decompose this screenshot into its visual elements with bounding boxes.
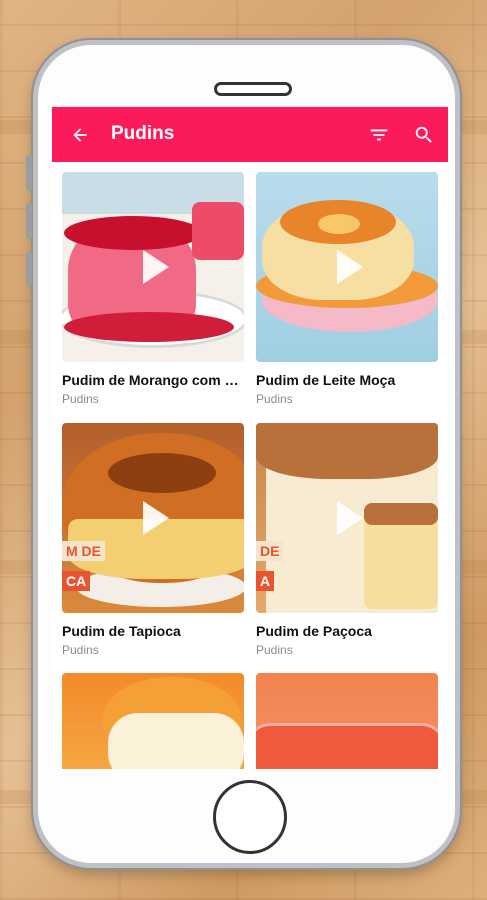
- image-overlay-text: M DE: [62, 541, 105, 561]
- recipe-title: Pudim de Tapioca: [62, 623, 181, 639]
- phone-frame: Pudins Pudim de Morango com C... Pudins …: [26, 40, 460, 868]
- home-button[interactable]: [213, 780, 287, 854]
- glass-dish: [256, 723, 438, 769]
- pudding-slice-top: [364, 503, 438, 525]
- recipe-card[interactable]: Pudim de Leite Moça Pudins: [256, 172, 438, 406]
- play-icon[interactable]: [143, 250, 169, 284]
- strawberry-topping: [64, 216, 202, 250]
- image-overlay-text: CA: [62, 571, 91, 591]
- recipe-thumbnail: [62, 172, 244, 362]
- phone-speaker: [214, 82, 292, 96]
- recipe-title: Pudim de Leite Moça: [256, 372, 396, 388]
- recipe-category: Pudins: [62, 643, 99, 657]
- phone-side-button: [26, 203, 32, 239]
- app-bar: Pudins: [52, 107, 448, 162]
- recipe-card[interactable]: [62, 673, 244, 769]
- recipe-category: Pudins: [256, 643, 293, 657]
- recipe-thumbnail: [62, 673, 244, 769]
- play-icon[interactable]: [143, 501, 169, 535]
- search-icon: [415, 126, 432, 143]
- phone-side-button: [26, 251, 32, 287]
- strawberry-slice: [192, 202, 244, 260]
- recipe-card[interactable]: M DE CA Pudim de Tapioca Pudins: [62, 423, 244, 657]
- recipe-card[interactable]: DE A Pudim de Paçoca Pudins: [256, 423, 438, 657]
- recipe-title: Pudim de Paçoca: [256, 623, 372, 639]
- play-icon[interactable]: [337, 501, 363, 535]
- recipe-thumbnail: DE A: [256, 423, 438, 613]
- recipe-card[interactable]: [256, 673, 438, 769]
- back-button[interactable]: [60, 107, 100, 162]
- image-overlay-text: A: [256, 571, 275, 591]
- recipe-title: Pudim de Morango com C...: [62, 372, 244, 388]
- phone-side-button: [26, 155, 32, 191]
- recipe-category: Pudins: [256, 392, 293, 406]
- recipe-thumbnail: M DE CA: [62, 423, 244, 613]
- pudding-top: [256, 423, 438, 479]
- play-icon[interactable]: [337, 250, 363, 284]
- image-overlay-text: DE: [256, 541, 284, 561]
- recipe-thumbnail: [256, 673, 438, 769]
- filter-button[interactable]: [359, 107, 399, 162]
- page-title: Pudins: [111, 123, 175, 144]
- recipe-category: Pudins: [62, 392, 99, 406]
- recipe-card[interactable]: Pudim de Morango com C... Pudins: [62, 172, 244, 406]
- pudding-hole: [318, 214, 360, 234]
- filter-icon: [370, 129, 388, 140]
- recipe-thumbnail: [256, 172, 438, 362]
- app-screen: Pudins Pudim de Morango com C... Pudins …: [52, 107, 448, 769]
- recipe-grid: Pudim de Morango com C... Pudins Pudim d…: [52, 162, 448, 769]
- search-button[interactable]: [404, 107, 444, 162]
- pudding-hole: [108, 453, 216, 493]
- pudding-body: [108, 713, 244, 769]
- arrow-back-icon: [73, 127, 87, 142]
- strawberry-topping: [64, 312, 234, 342]
